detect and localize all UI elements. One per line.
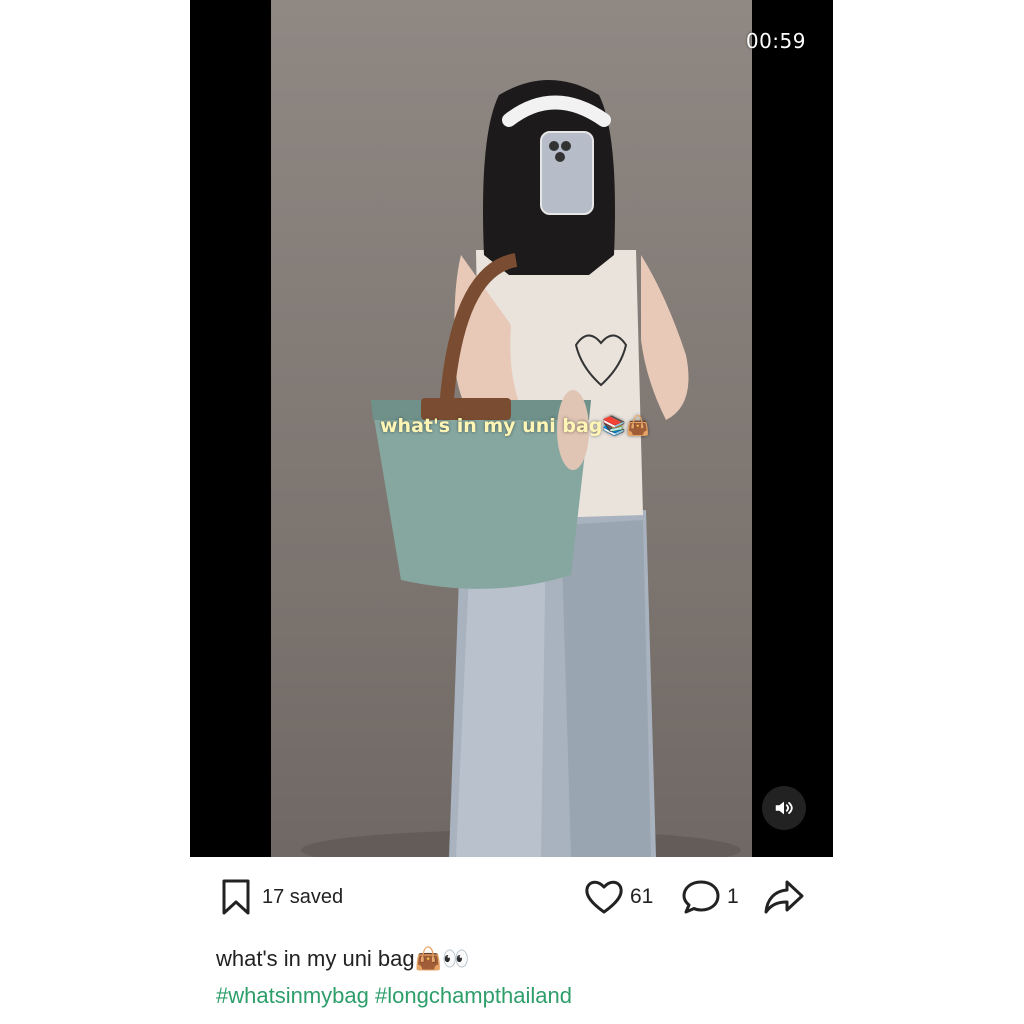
comment-count: 1 bbox=[727, 885, 739, 908]
share-button[interactable] bbox=[763, 878, 805, 921]
share-icon bbox=[764, 880, 804, 914]
heart-icon bbox=[585, 880, 623, 914]
comment-button[interactable]: 1 bbox=[681, 878, 739, 916]
video-player[interactable]: 00:59 what's in my uni bag📚👜 bbox=[190, 0, 833, 857]
post-actions-bar: 17 saved 61 1 bbox=[190, 872, 833, 928]
hashtag-link[interactable]: #whatsinmybag bbox=[216, 983, 369, 1008]
hashtag-link[interactable]: #longchampthailand bbox=[375, 983, 572, 1008]
save-button[interactable]: 17 saved bbox=[220, 878, 343, 916]
volume-icon bbox=[775, 801, 793, 815]
bookmark-icon bbox=[222, 879, 250, 915]
like-count: 61 bbox=[630, 885, 654, 908]
post-card: 00:59 what's in my uni bag📚👜 17 saved 61 bbox=[190, 0, 833, 1024]
sound-toggle-button[interactable] bbox=[762, 786, 806, 830]
like-button[interactable]: 61 bbox=[584, 878, 653, 916]
post-hashtags: #whatsinmybag #longchampthailand bbox=[216, 983, 572, 1009]
video-overlay-caption: what's in my uni bag📚👜 bbox=[380, 415, 650, 437]
comment-icon bbox=[682, 880, 720, 914]
video-timer: 00:59 bbox=[745, 29, 806, 53]
post-caption: what's in my uni bag👜👀 bbox=[216, 946, 470, 971]
saved-count-label: 17 saved bbox=[262, 885, 344, 908]
